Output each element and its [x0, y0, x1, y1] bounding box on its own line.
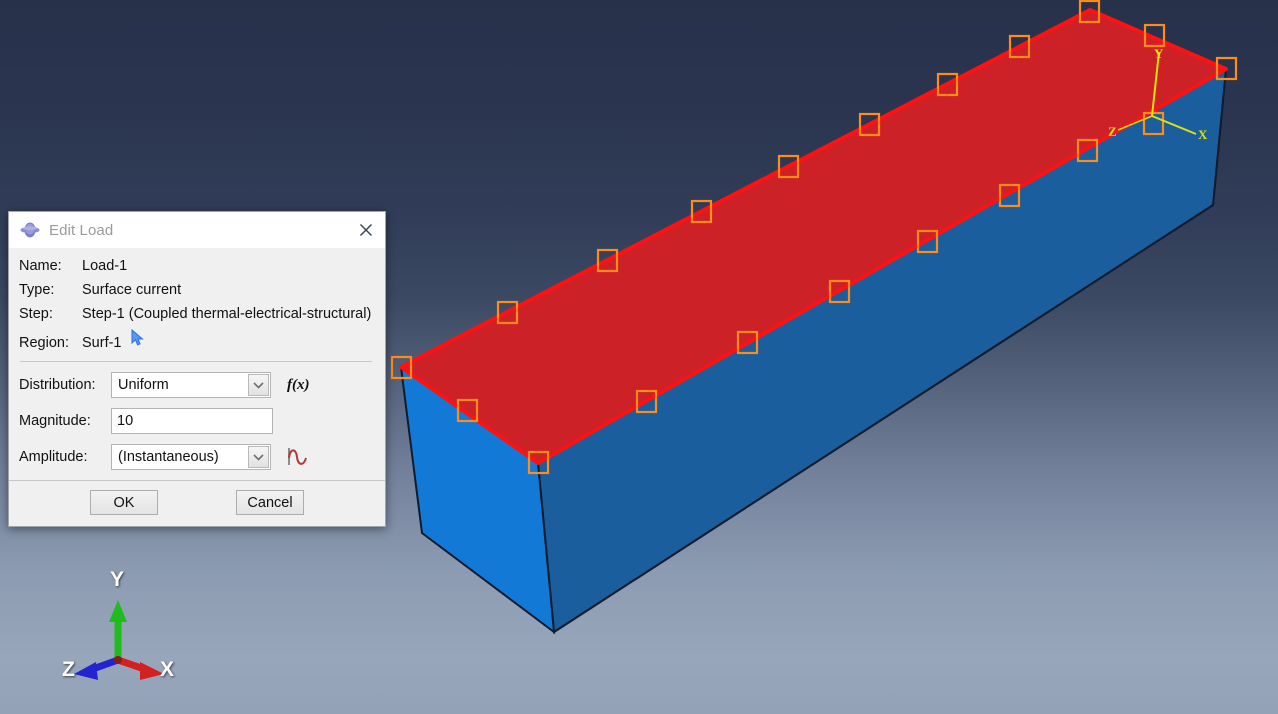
cancel-button[interactable]: Cancel	[236, 490, 304, 515]
region-value: Surf-1	[82, 335, 122, 351]
distribution-dropdown-button[interactable]	[248, 374, 269, 396]
edit-load-dialog[interactable]: Edit Load Name: Load-1 Type: Surface cur…	[8, 211, 386, 527]
abaqus-diamond-icon	[20, 222, 40, 238]
region-label: Region:	[19, 335, 69, 351]
dialog-body: Name: Load-1 Type: Surface current Step:…	[9, 248, 385, 470]
divider	[20, 361, 372, 362]
analytical-field-button[interactable]: f(x)	[287, 372, 310, 398]
distribution-row: Distribution: Uniform f(x)	[19, 372, 373, 398]
distribution-value: Uniform	[118, 377, 169, 393]
model-triad-y-label: Y	[1154, 46, 1164, 61]
name-value: Load-1	[82, 258, 128, 274]
distribution-label: Distribution:	[19, 377, 96, 393]
distribution-select[interactable]: Uniform	[111, 372, 271, 398]
model-triad-z-label: Z	[1108, 124, 1117, 139]
triad-z-label: Z	[62, 658, 75, 681]
name-row: Name: Load-1	[19, 257, 373, 275]
type-value: Surface current	[82, 282, 182, 298]
dialog-titlebar[interactable]: Edit Load	[9, 212, 385, 248]
create-amplitude-button[interactable]	[287, 444, 313, 470]
triad-x-label: X	[160, 658, 175, 681]
triad-y-label: Y	[110, 568, 125, 591]
dialog-footer: OK Cancel	[9, 480, 385, 526]
magnitude-label: Magnitude:	[19, 413, 91, 429]
step-value: Step-1 (Coupled thermal-electrical-struc…	[82, 306, 372, 322]
type-label: Type:	[19, 282, 55, 298]
amplitude-select[interactable]: (Instantaneous)	[111, 444, 271, 470]
mouse-pointer-icon[interactable]	[130, 328, 146, 347]
amplitude-label: Amplitude:	[19, 449, 88, 465]
model-triad-x-label: X	[1198, 127, 1208, 142]
amplitude-row: Amplitude: (Instantaneous)	[19, 444, 373, 470]
amplitude-value: (Instantaneous)	[118, 449, 219, 465]
amplitude-wave-icon	[288, 448, 307, 465]
region-row: Region: Surf-1	[19, 328, 373, 352]
magnitude-input[interactable]	[111, 408, 273, 434]
step-label: Step:	[19, 306, 53, 322]
step-row: Step: Step-1 (Coupled thermal-electrical…	[19, 305, 373, 323]
chevron-down-icon	[253, 453, 264, 461]
name-label: Name:	[19, 258, 62, 274]
abaqus-viewport[interactable]: Y X Z Y Z X Edit Load Name: Load-1 Type:…	[0, 0, 1278, 714]
dialog-title: Edit Load	[49, 221, 114, 239]
amplitude-dropdown-button[interactable]	[248, 446, 269, 468]
chevron-down-icon	[253, 381, 264, 389]
close-icon	[359, 223, 373, 237]
ok-button[interactable]: OK	[90, 490, 158, 515]
magnitude-row: Magnitude:	[19, 408, 373, 434]
close-button[interactable]	[351, 216, 381, 244]
view-orientation-triad: Y Z X	[50, 568, 195, 695]
type-row: Type: Surface current	[19, 281, 373, 299]
fx-icon: f(x)	[287, 376, 310, 393]
